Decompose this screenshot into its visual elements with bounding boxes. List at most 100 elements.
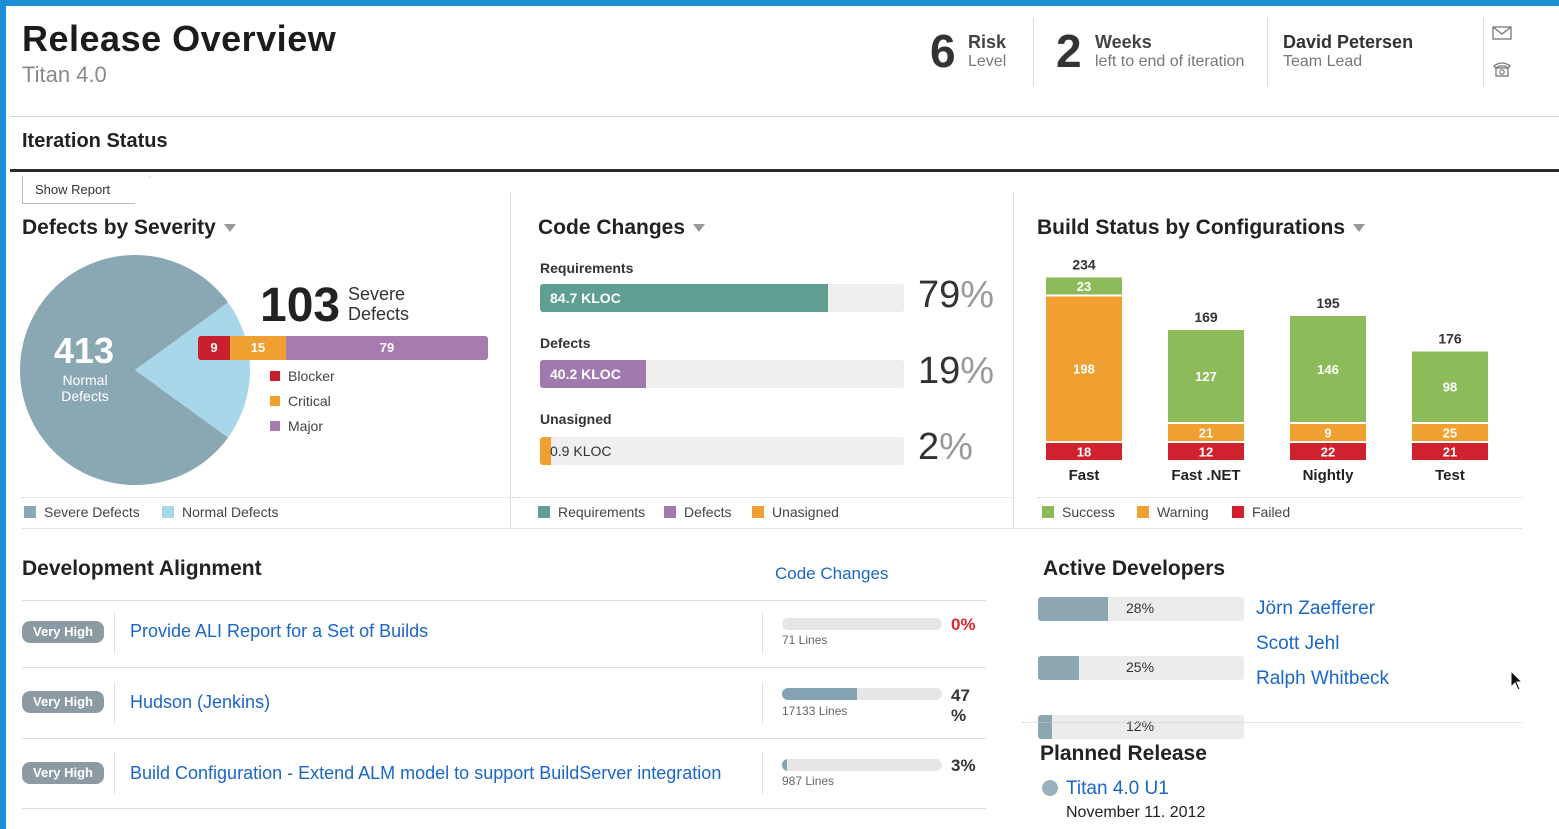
- defects-percent: 19%: [918, 350, 995, 392]
- priority-badge: Very High: [22, 621, 104, 643]
- divider: [762, 612, 763, 654]
- divider: [510, 192, 511, 528]
- major-segment: 79: [286, 336, 488, 360]
- planned-release-title: Planned Release: [1040, 742, 1207, 765]
- chevron-down-icon[interactable]: [1353, 224, 1365, 233]
- normal-defects-count: 413: [54, 330, 115, 371]
- alignment-lines: 987 Lines: [782, 774, 835, 788]
- developer-percent: 12%: [1126, 718, 1155, 734]
- bar-segment-label: 23: [1077, 279, 1091, 294]
- unasigned-percent: 2%: [918, 426, 973, 468]
- alignment-progress-fill: [782, 759, 787, 771]
- page-title: Release Overview: [22, 18, 337, 59]
- build-status-chart: 18 198 23 234 Fast 12 21 127 169 Fast .NET 22 9 146 1…: [1046, 256, 1488, 484]
- release-name: Titan 4.0: [22, 62, 107, 87]
- alignment-percent: 3%: [951, 756, 976, 775]
- requirements-percent: 79%: [918, 274, 995, 316]
- alignment-progress-bar: [782, 759, 942, 771]
- requirements-bar: 84.7 KLOC: [540, 284, 904, 312]
- risk-sublabel: Level: [968, 53, 1007, 70]
- developer-bar-fill: [1038, 715, 1053, 739]
- defects-bar-fill: 40.2 KLOC: [540, 360, 646, 388]
- severe-defects-label: Severe Defects: [348, 284, 410, 324]
- chevron-down-icon[interactable]: [223, 224, 236, 233]
- developer-link[interactable]: Scott Jehl: [1256, 633, 1339, 655]
- divider: [114, 612, 115, 654]
- severity-breakdown-bar: 9 15 79: [198, 336, 488, 360]
- developer-percent: 28%: [1126, 600, 1155, 616]
- show-report-tab[interactable]: Show Report: [22, 176, 150, 204]
- divider: [762, 752, 763, 794]
- team-lead-name[interactable]: David Petersen: [1283, 32, 1413, 53]
- code-changes-panel-title[interactable]: Code Changes: [538, 216, 706, 240]
- bar-segment-label: 18: [1077, 445, 1091, 460]
- legend-normal-defects: Normal Defects: [162, 504, 278, 520]
- divider: [114, 682, 115, 724]
- code-changes-link[interactable]: Code Changes: [775, 564, 888, 584]
- bar-category-label: Test: [1435, 467, 1465, 484]
- alignment-percent: 0%: [951, 615, 976, 634]
- divider: [22, 528, 1522, 529]
- mail-icon[interactable]: [1492, 26, 1512, 45]
- severe-defects-count: 103: [260, 279, 341, 332]
- active-developers-title: Active Developers: [1043, 557, 1226, 580]
- developer-link[interactable]: Jörn Zaefferer: [1256, 598, 1375, 620]
- chevron-down-icon[interactable]: [693, 224, 706, 233]
- bar-segment-label: 198: [1073, 362, 1095, 377]
- blocker-segment: 9: [198, 336, 230, 360]
- alignment-percent: 47 %: [951, 686, 970, 725]
- bar-segment-label: 9: [1324, 426, 1331, 441]
- bar-total-label: 234: [1072, 256, 1096, 272]
- defects-panel-title[interactable]: Defects by Severity: [22, 216, 236, 240]
- divider: [1267, 18, 1268, 86]
- iteration-status-title: Iteration Status: [22, 130, 168, 152]
- phone-icon[interactable]: [1492, 60, 1512, 83]
- bar-category-label: Fast .NET: [1171, 467, 1240, 484]
- alignment-progress-bar: [782, 688, 942, 700]
- normal-defects-label: Normal Defects: [61, 372, 109, 404]
- legend-blocker: Blocker: [270, 368, 335, 384]
- weeks-value: 2: [1056, 25, 1082, 77]
- unasigned-bar: 0.9 KLOC: [540, 437, 904, 465]
- legend-major: Major: [270, 418, 323, 434]
- unasigned-bar-value: 0.9 KLOC: [550, 443, 612, 459]
- bar-total-label: 176: [1438, 330, 1462, 346]
- legend-failed: Failed: [1232, 504, 1290, 520]
- alignment-item-link[interactable]: Build Configuration - Extend ALM model t…: [130, 763, 721, 784]
- requirements-label: Requirements: [540, 260, 634, 276]
- legend-defects: Defects: [664, 504, 731, 520]
- risk-value: 6: [930, 25, 956, 77]
- build-status-panel-title[interactable]: Build Status by Configurations: [1037, 216, 1365, 240]
- alignment-progress-fill: [782, 688, 858, 700]
- priority-badge: Very High: [22, 762, 104, 784]
- alignment-item-link[interactable]: Provide ALI Report for a Set of Builds: [130, 621, 428, 642]
- legend-success: Success: [1042, 504, 1115, 520]
- bar-total-label: 169: [1194, 309, 1218, 325]
- alignment-lines: 71 Lines: [782, 633, 828, 647]
- divider: [1483, 18, 1484, 86]
- bar-segment-label: 127: [1195, 369, 1217, 384]
- developer-percent: 25%: [1126, 659, 1155, 675]
- planned-release-date: November 11. 2012: [1066, 804, 1206, 821]
- legend-requirements: Requirements: [538, 504, 645, 520]
- alignment-item-link[interactable]: Hudson (Jenkins): [130, 692, 270, 713]
- divider: [22, 667, 986, 668]
- defects-label: Defects: [540, 335, 591, 351]
- alignment-lines: 17133 Lines: [782, 704, 848, 718]
- bar-segment-label: 21: [1443, 445, 1457, 460]
- critical-segment: 15: [230, 336, 286, 360]
- weeks-label: Weeks: [1095, 32, 1152, 52]
- bar-total-label: 195: [1316, 295, 1340, 311]
- bar-segment-label: 12: [1199, 445, 1213, 460]
- bar-category-label: Nightly: [1303, 467, 1354, 484]
- release-dot-icon: [1042, 780, 1058, 796]
- alignment-progress-bar: [782, 618, 942, 630]
- planned-release-link[interactable]: Titan 4.0 U1: [1066, 778, 1169, 800]
- bar-segment-label: 21: [1199, 426, 1213, 441]
- divider: [22, 600, 986, 601]
- developer-bar-fill: [1038, 597, 1109, 621]
- developer-bar: 28%: [1038, 597, 1244, 621]
- weeks-sublabel: left to end of iteration: [1095, 53, 1245, 70]
- legend-unasigned: Unasigned: [752, 504, 839, 520]
- developer-link[interactable]: Ralph Whitbeck: [1256, 668, 1389, 690]
